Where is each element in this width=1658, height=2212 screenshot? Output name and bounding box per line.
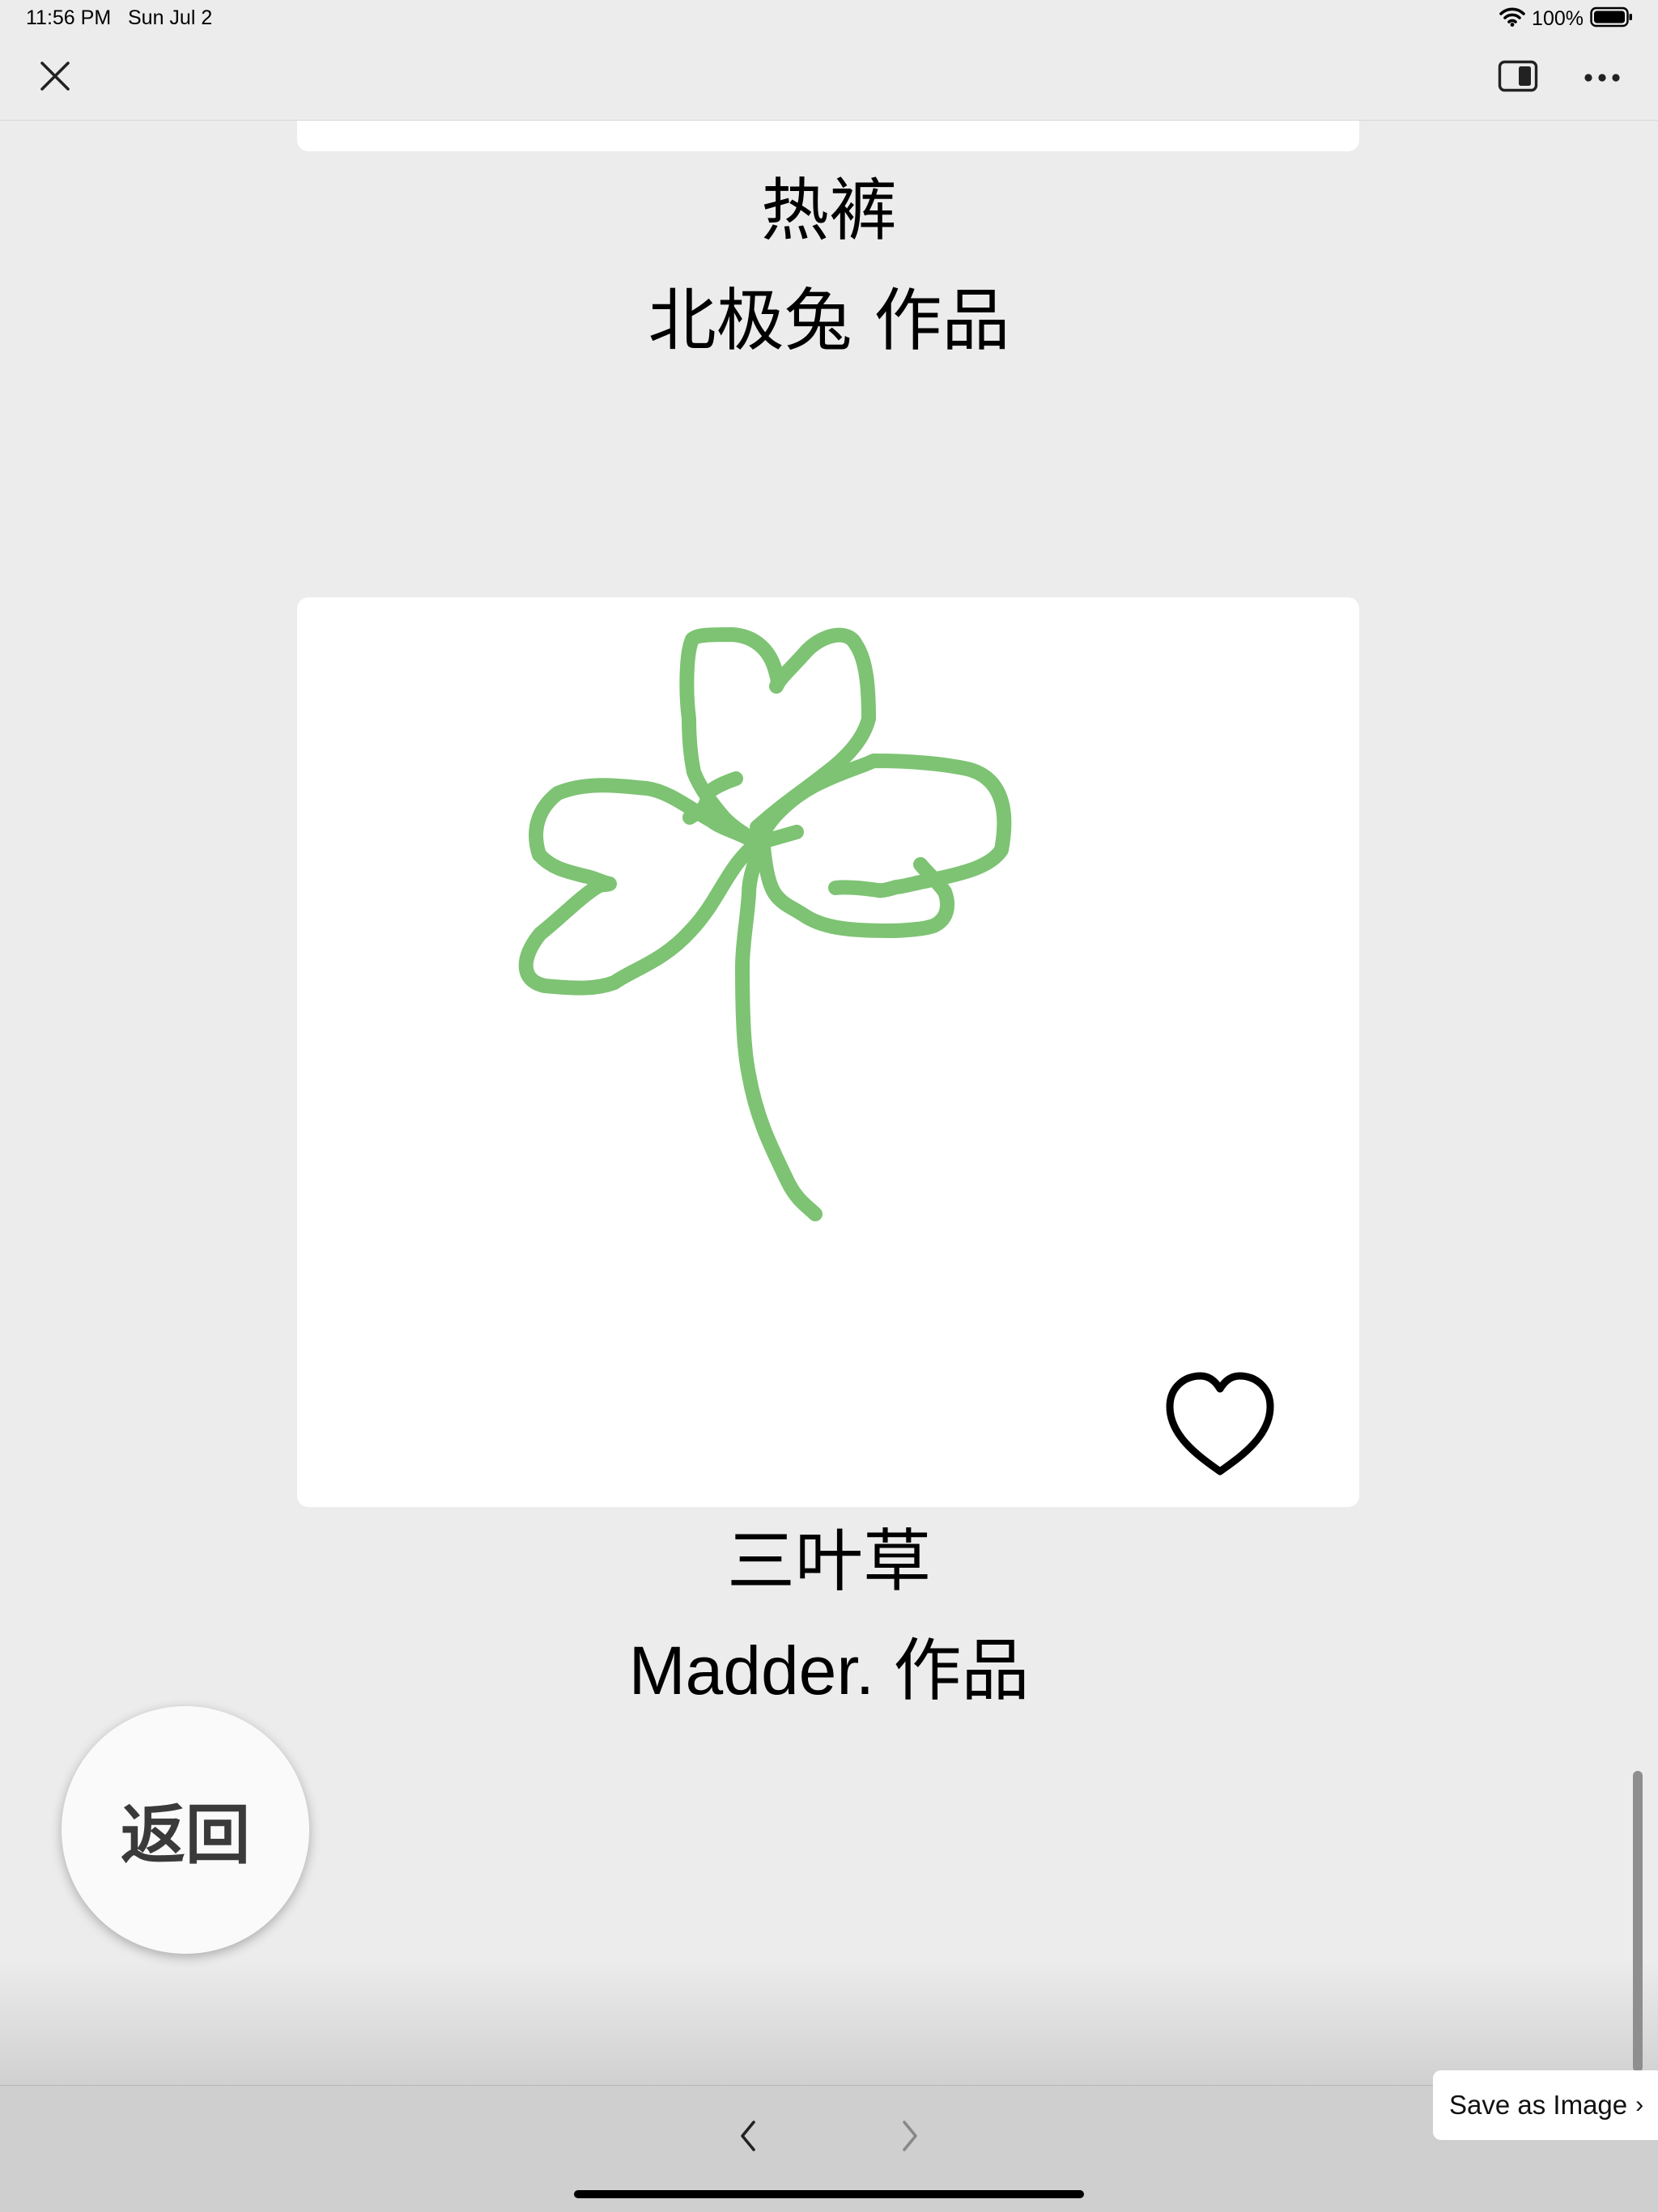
artwork-author: 北极兔 作品 xyxy=(648,281,1010,360)
nav-bar xyxy=(0,37,1658,121)
battery-icon xyxy=(1590,6,1634,31)
heart-icon[interactable] xyxy=(1157,1368,1283,1481)
artwork-title: 三叶草 xyxy=(726,1522,931,1601)
forward-nav-button[interactable] xyxy=(887,2115,933,2160)
status-bar: 11:56 PM Sun Jul 2 100% xyxy=(0,0,1658,37)
artwork-card[interactable] xyxy=(297,597,1359,1507)
back-nav-button[interactable] xyxy=(725,2115,771,2160)
more-icon xyxy=(1584,70,1621,86)
artwork-title: 热裤 xyxy=(760,171,897,250)
battery-percentage: 100% xyxy=(1532,6,1584,30)
wifi-icon xyxy=(1499,7,1525,30)
back-button[interactable]: 返回 xyxy=(62,1706,309,1954)
status-right: 100% xyxy=(1499,5,1634,32)
chevron-left-icon xyxy=(738,2119,758,2156)
scrollbar[interactable] xyxy=(1633,1771,1643,2072)
split-view-button[interactable] xyxy=(1491,52,1545,104)
close-icon xyxy=(39,60,71,96)
more-button[interactable] xyxy=(1575,52,1629,104)
save-as-image-button[interactable]: Save as Image › xyxy=(1433,2070,1658,2140)
split-view-icon xyxy=(1498,60,1538,96)
home-indicator xyxy=(574,2190,1084,2198)
chevron-right-icon xyxy=(900,2119,920,2156)
close-button[interactable] xyxy=(29,52,81,104)
artwork-author: Madder. 作品 xyxy=(628,1632,1030,1709)
chevron-right-icon: › xyxy=(1635,2091,1644,2118)
status-time: 11:56 PM Sun Jul 2 xyxy=(26,6,213,29)
artwork-card[interactable] xyxy=(297,121,1359,151)
save-as-image-label: Save as Image xyxy=(1449,2090,1628,2120)
